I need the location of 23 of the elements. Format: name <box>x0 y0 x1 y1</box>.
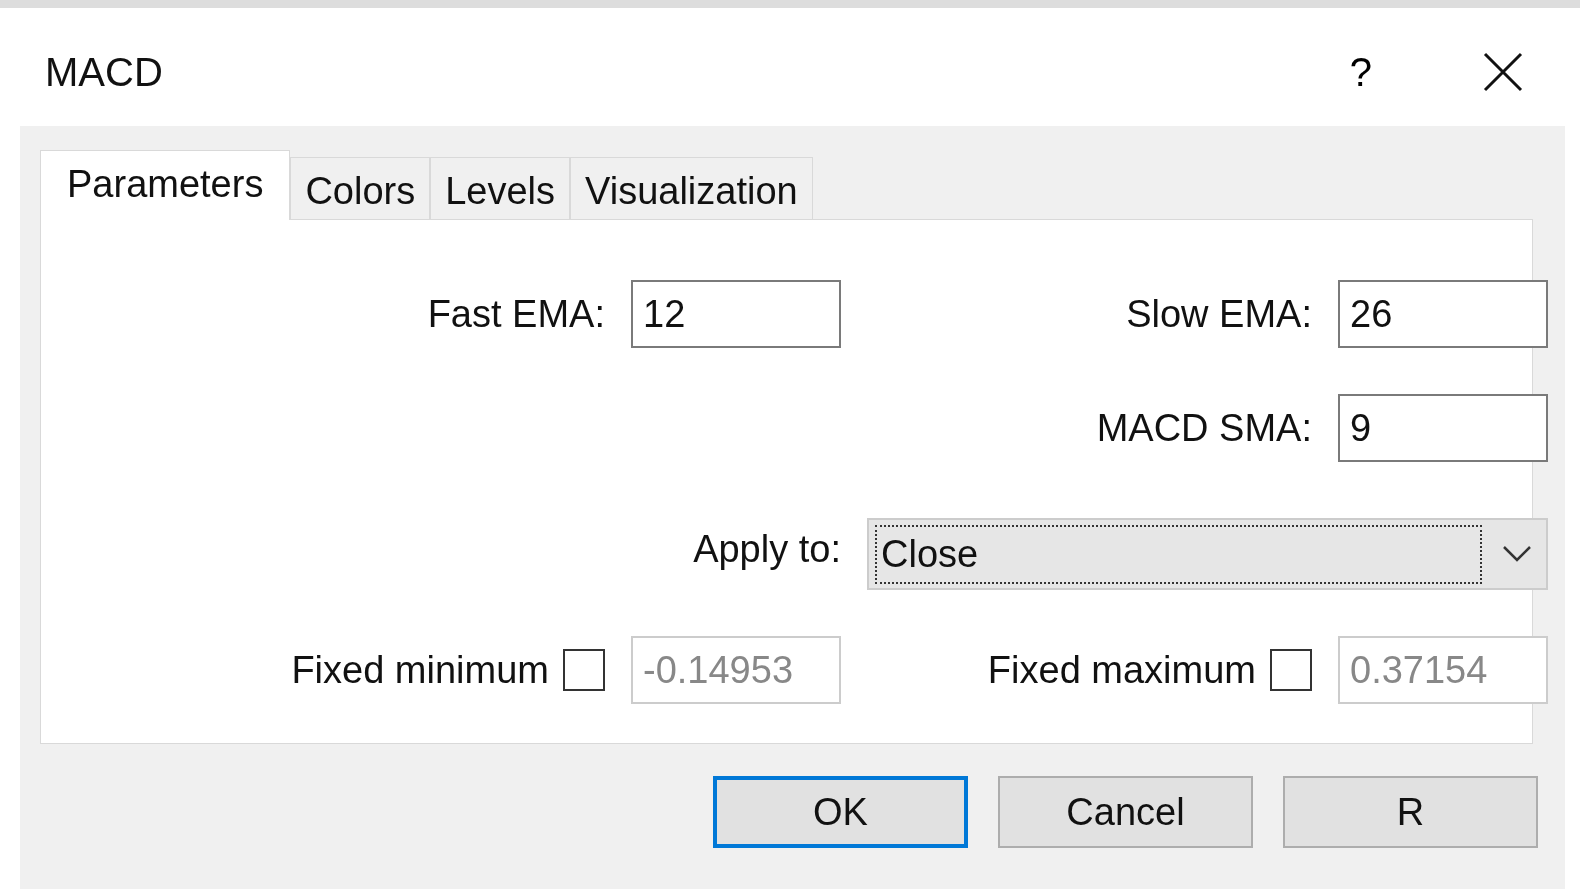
help-button[interactable]: ? <box>1343 48 1378 96</box>
tab[interactable]: Colors <box>290 157 431 219</box>
dropdown[interactable]: Close <box>867 518 1548 590</box>
window-title: MACD <box>45 49 164 95</box>
dialog-button[interactable]: Cancel <box>998 776 1253 848</box>
input-field[interactable]: 9 <box>1338 394 1548 462</box>
dialog-button[interactable]: OK <box>713 776 968 848</box>
field-label: Apply to: <box>693 527 841 571</box>
close-icon <box>1483 52 1523 92</box>
input-field[interactable]: 26 <box>1338 280 1548 348</box>
field-label: Slow EMA: <box>1126 292 1312 336</box>
close-button[interactable] <box>1483 52 1523 92</box>
tab[interactable]: Visualization <box>570 157 813 219</box>
dropdown-value: Close <box>875 524 1482 584</box>
dialog-button[interactable]: R <box>1283 776 1538 848</box>
tab[interactable]: Parameters <box>40 150 291 220</box>
input-field[interactable]: 12 <box>631 280 841 348</box>
tab[interactable]: Levels <box>430 157 571 219</box>
chevron-down-icon <box>1502 545 1532 563</box>
checkbox-label: Fixed maximum <box>987 648 1256 692</box>
field-label: Fast EMA: <box>427 292 605 336</box>
field-label: MACD SMA: <box>1096 406 1312 450</box>
checkbox-label: Fixed minimum <box>291 648 549 692</box>
